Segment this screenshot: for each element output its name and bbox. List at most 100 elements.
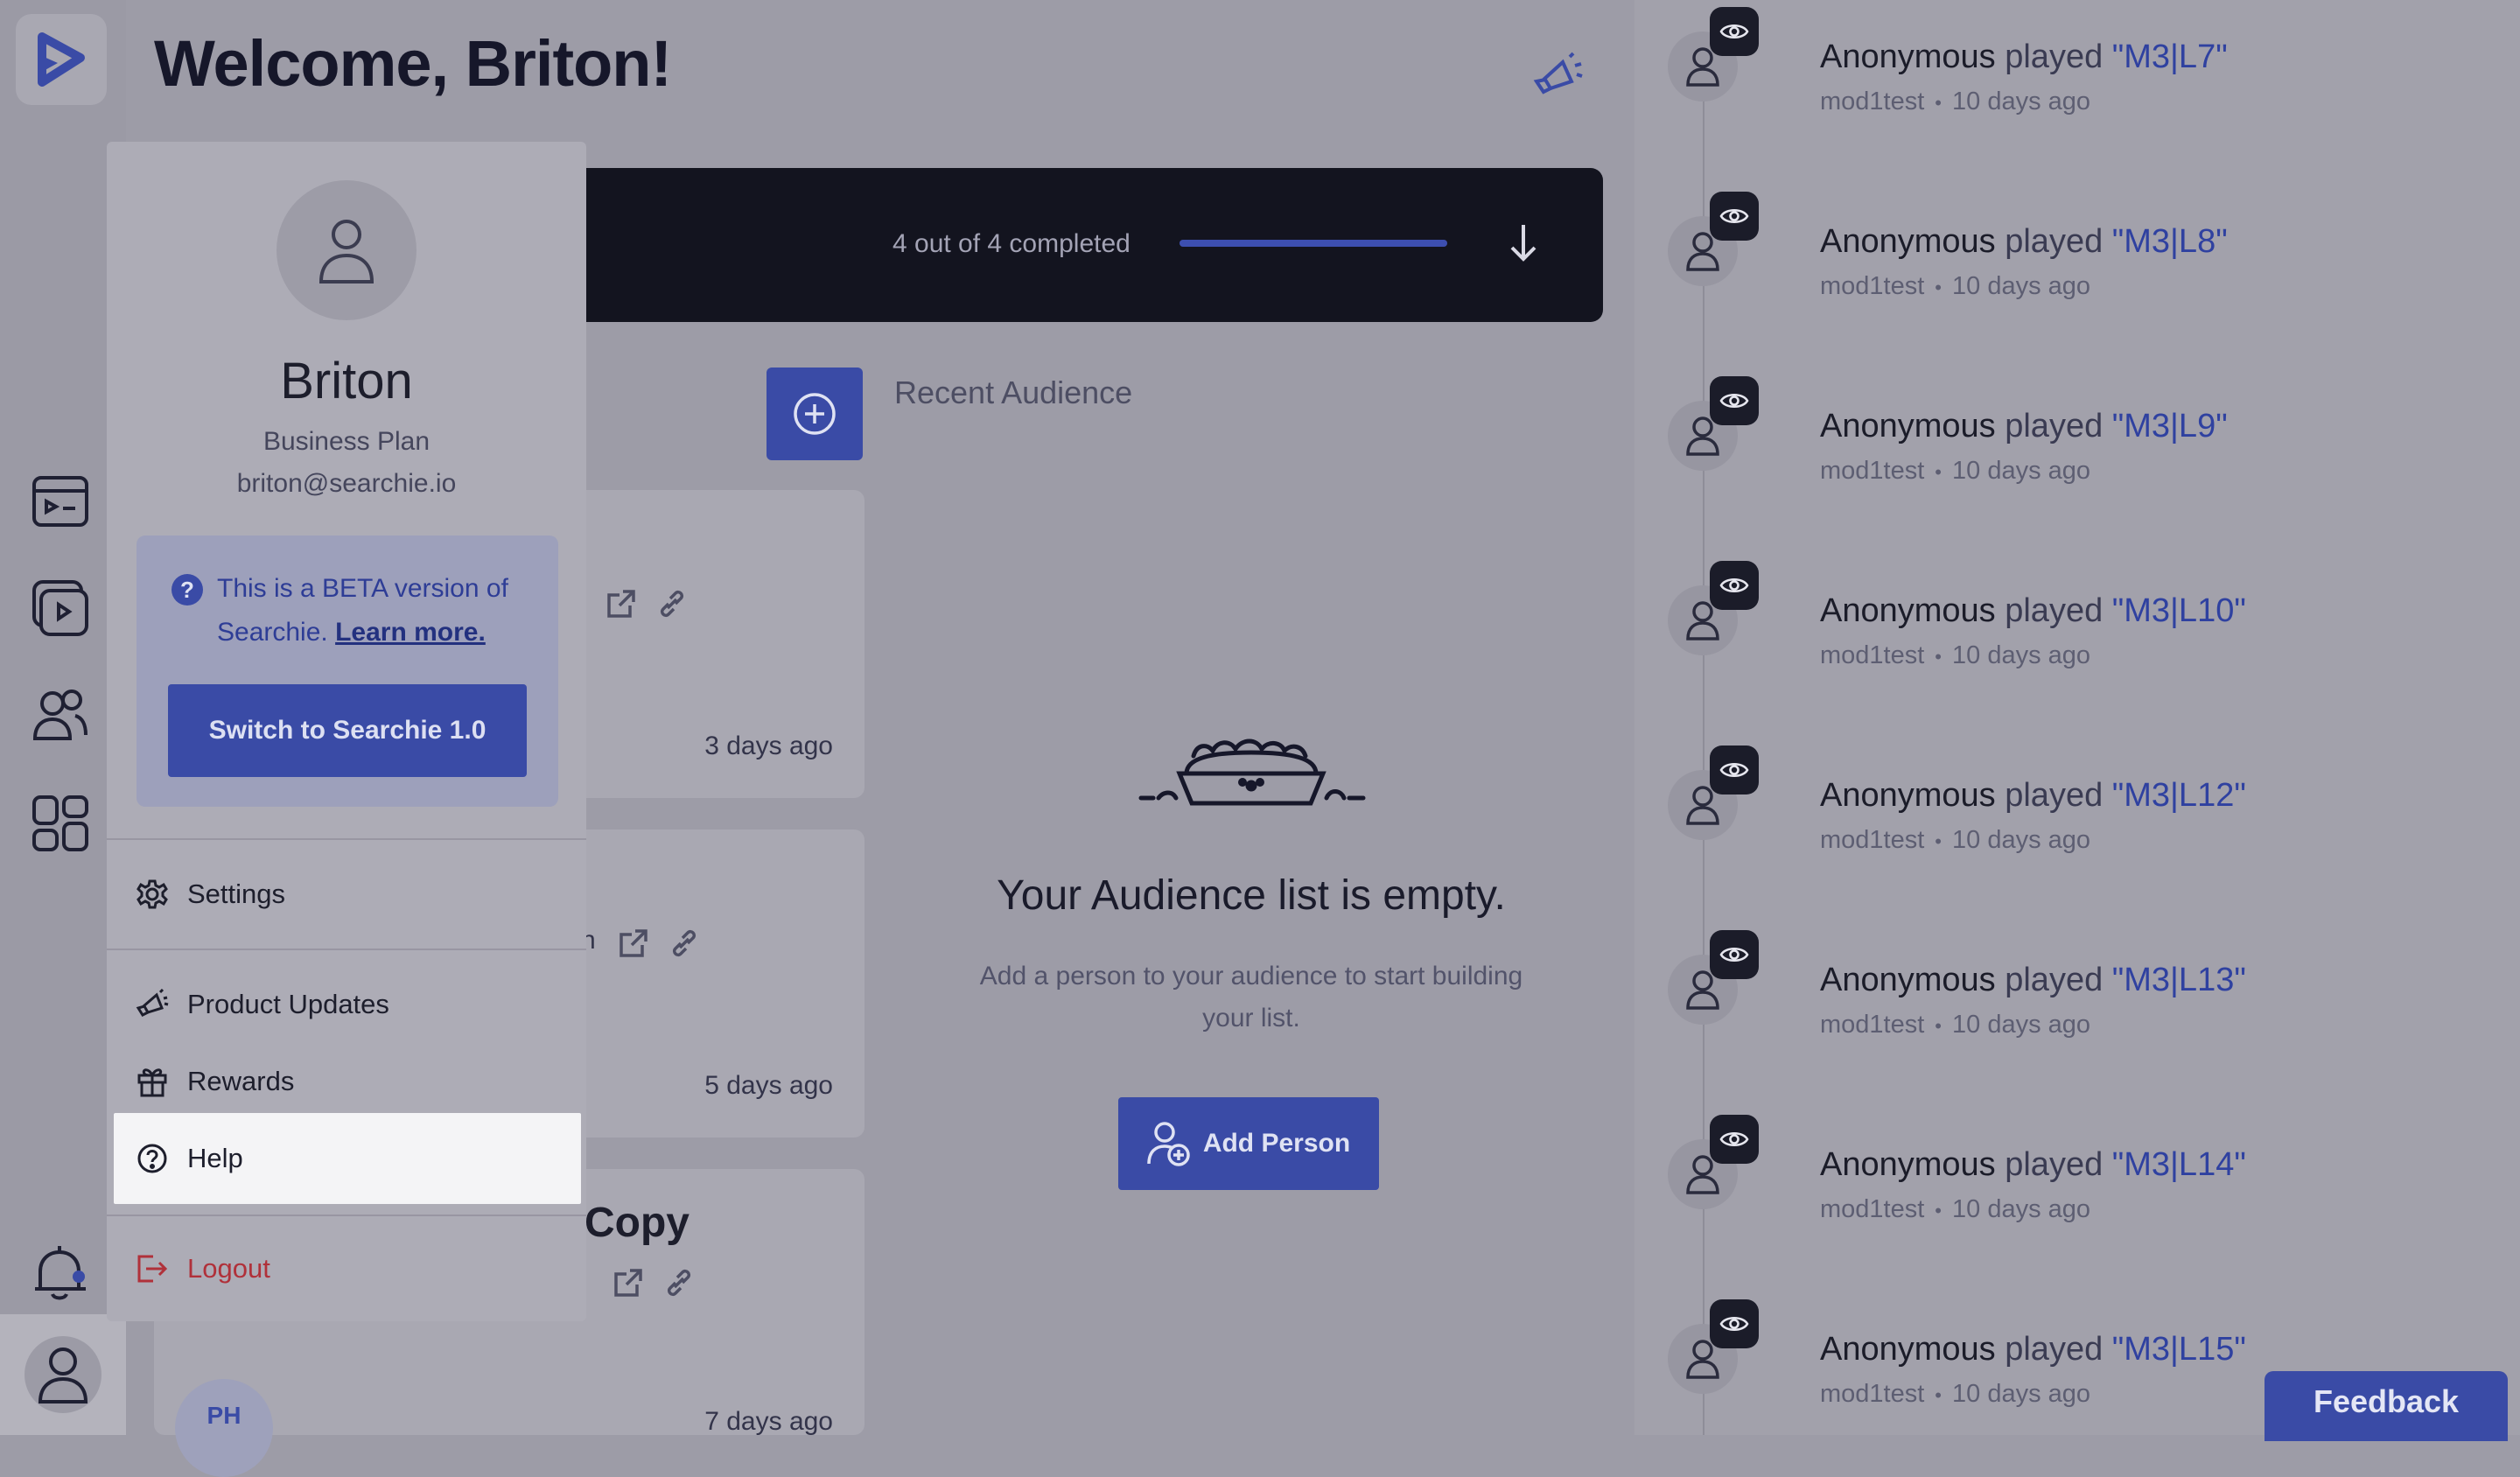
logout-icon [135,1251,170,1286]
eye-icon [1710,930,1759,979]
feed-item-track-link[interactable]: "M3|L9" [2112,408,2228,444]
empty-state-description: Add a person to your audience to start b… [979,962,1523,1032]
menu-item-rewards[interactable]: Rewards [107,1043,586,1120]
separator-dot: • [1935,276,1942,298]
divider [107,1214,586,1216]
menu-item-label: Logout [187,1253,270,1284]
user-icon [276,180,416,320]
apps-grid-icon[interactable] [26,789,94,858]
feed-item-verb: played [2005,1331,2104,1368]
feed-item-time: 10 days ago [1952,641,2091,669]
link-icon[interactable] [662,1265,696,1300]
feed-item-username: mod1test [1820,272,1925,300]
feed-item-verb: played [2005,592,2104,629]
video-library-icon[interactable] [26,574,94,642]
feed-item-track-link[interactable]: "M3|L12" [2112,777,2246,814]
profile-dropdown-menu: Briton Business Plan briton@searchie.io … [107,142,586,1321]
separator-dot: • [1935,1015,1942,1037]
feed-item-time: 10 days ago [1952,1195,2091,1223]
feed-item-meta: mod1test • 10 days ago [1820,88,2090,116]
megaphone-icon [135,987,170,1022]
feed-item-text: Anonymous played "M3|L8" [1820,223,2228,261]
avatar: PH [175,1379,273,1477]
feed-item-user: Anonymous [1820,38,1996,75]
separator-dot: • [1935,1200,1942,1222]
eye-icon [1710,7,1759,56]
feed-item-meta: mod1test • 10 days ago [1820,1195,2090,1224]
link-icon[interactable] [654,586,690,621]
feed-item-time: 10 days ago [1952,457,2091,485]
menu-item-label: Help [187,1143,243,1173]
link-icon[interactable] [667,926,702,961]
external-link-icon[interactable] [616,926,651,961]
external-link-icon[interactable] [604,586,639,621]
feed-item-time: 10 days ago [1952,826,2091,854]
recent-audience-title: Recent Audience [894,374,1133,410]
page-title: Welcome, Briton! [154,27,672,100]
external-link-icon[interactable] [611,1265,646,1300]
feedback-button[interactable]: Feedback [2264,1371,2508,1441]
menu-item-settings[interactable]: Settings [107,856,586,933]
audience-icon[interactable] [26,681,94,749]
feed-item-track-link[interactable]: "M3|L7" [2112,38,2228,75]
separator-dot: • [1935,830,1942,852]
feed-item-user: Anonymous [1820,777,1996,814]
feed-item-verb: played [2005,408,2104,444]
menu-item-label: Rewards [187,1066,295,1096]
feed-item-username: mod1test [1820,457,1925,485]
feed-item-track-link[interactable]: "M3|L13" [2112,962,2246,998]
feed-item-text: Anonymous played "M3|L10" [1820,592,2246,630]
bell-icon[interactable] [26,1239,94,1307]
add-person-button[interactable]: Add Person [1118,1097,1379,1190]
feed-item-username: mod1test [1820,1380,1925,1408]
app-logo-icon[interactable] [16,14,107,105]
menu-item-product-updates[interactable]: Product Updates [107,966,586,1043]
user-email: briton@searchie.io [236,469,457,498]
feed-item-user: Anonymous [1820,223,1996,260]
arrow-down-icon[interactable] [1503,220,1544,264]
feed-item-text: Anonymous played "M3|L9" [1820,408,2228,445]
user-icon [24,1336,102,1413]
feed-item-username: mod1test [1820,1195,1925,1223]
feed-item-track-link[interactable]: "M3|L8" [2112,223,2228,260]
menu-item-label: Settings [187,878,286,909]
separator-dot: • [1935,1384,1942,1406]
playlist-icon[interactable] [26,467,94,536]
feed-item-user: Anonymous [1820,962,1996,998]
feed-item-meta: mod1test • 10 days ago [1820,641,2090,670]
feed-item-meta: mod1test • 10 days ago [1820,1380,2090,1409]
feed-item-text: Anonymous played "M3|L13" [1820,962,2246,999]
add-user-icon [1147,1122,1190,1166]
menu-item-label: Product Updates [187,989,389,1019]
progress-track [1180,240,1447,247]
feed-item-user: Anonymous [1820,1146,1996,1183]
add-person-label: Add Person [1202,1129,1351,1158]
feed-item-username: mod1test [1820,826,1925,854]
menu-item-help[interactable]: Help [114,1113,581,1204]
gear-icon [135,877,170,912]
card-time: 5 days ago [704,1071,833,1100]
question-icon: ? [172,574,203,606]
feed-item-track-link[interactable]: "M3|L10" [2112,592,2246,629]
feed-item-username: mod1test [1820,1011,1925,1039]
eye-icon [1710,561,1759,610]
feed-item-track-link[interactable]: "M3|L14" [2112,1146,2246,1183]
beta-text: This is a BETA version of Searchie. Lear… [217,574,508,647]
menu-item-logout[interactable]: Logout [107,1230,586,1307]
profile-menu-button[interactable] [0,1314,126,1435]
megaphone-icon[interactable] [1526,47,1589,105]
eye-icon [1710,1299,1759,1348]
feed-item-track-link[interactable]: "M3|L15" [2112,1331,2246,1368]
divider [107,838,586,840]
progress-fill [1180,240,1447,247]
feed-item-meta: mod1test • 10 days ago [1820,826,2090,855]
add-content-button[interactable] [766,368,863,460]
feed-item-user: Anonymous [1820,408,1996,444]
user-name: Briton [280,353,413,410]
eye-icon [1710,376,1759,425]
switch-version-button[interactable]: Switch to Searchie 1.0 [168,684,527,777]
learn-more-link[interactable]: Learn more. [335,618,486,647]
progress-text: 4 out of 4 completed [892,229,1130,258]
beta-notice: ? This is a BETA version of Searchie. Le… [136,536,558,807]
empty-bowl-illustration [1134,732,1368,816]
